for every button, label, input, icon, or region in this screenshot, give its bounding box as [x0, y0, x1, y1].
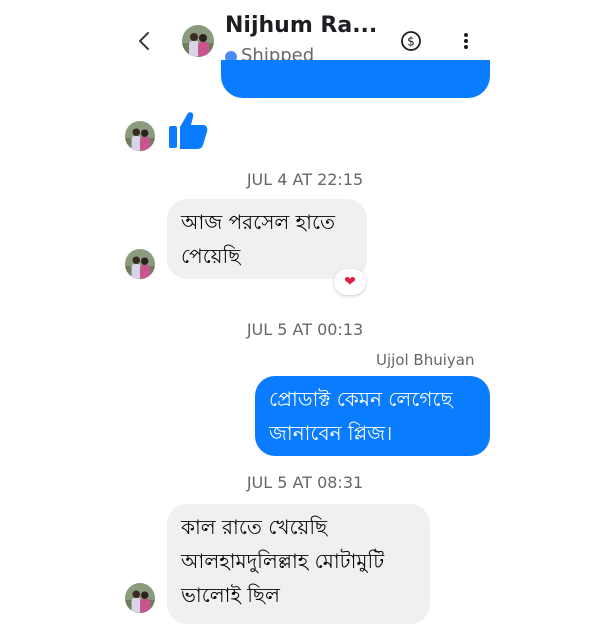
heart-icon: ❤: [344, 274, 356, 290]
sender-avatar: [125, 121, 155, 151]
heart-reaction[interactable]: ❤: [334, 269, 366, 295]
timestamp: JUL 5 AT 00:13: [246, 320, 364, 339]
message-text: প্রোডাক্ট কেমন লেগেছে জানাবেন প্লিজ।: [269, 387, 453, 445]
dollar-circle-icon: $: [401, 31, 421, 51]
incoming-message[interactable]: কাল রাতে খেয়েছি আলহামদুলিল্লাহ মোটামুটি…: [167, 504, 430, 624]
contact-name[interactable]: Nijhum Ra...: [225, 13, 377, 38]
incoming-message[interactable]: আজ পরসেল হাতে পেয়েছি: [167, 199, 367, 279]
outgoing-message[interactable]: প্রোডাক্ট কেমন লেগেছে জানাবেন প্লিজ।: [255, 376, 490, 456]
sender-avatar: [125, 249, 155, 279]
contact-avatar[interactable]: [182, 25, 214, 57]
back-button[interactable]: [135, 30, 155, 52]
chevron-left-icon: [139, 32, 149, 50]
timestamp: JUL 4 AT 22:15: [246, 170, 364, 189]
sender-avatar: [125, 583, 155, 613]
timestamp: JUL 5 AT 08:31: [246, 473, 364, 492]
message-text: কাল রাতে খেয়েছি আলহামদুলিল্লাহ মোটামুটি…: [181, 515, 385, 607]
previous-outgoing-bubble: [221, 60, 490, 98]
thumbs-up-icon: [169, 112, 208, 149]
vertical-dots-icon: [464, 33, 468, 49]
sender-name: Ujjol Bhuiyan: [376, 351, 475, 369]
payment-button[interactable]: $: [400, 30, 422, 52]
more-options-button[interactable]: [459, 30, 473, 52]
svg-text:$: $: [407, 35, 415, 49]
like-message[interactable]: [166, 108, 210, 152]
message-text: আজ পরসেল হাতে পেয়েছি: [181, 210, 336, 268]
